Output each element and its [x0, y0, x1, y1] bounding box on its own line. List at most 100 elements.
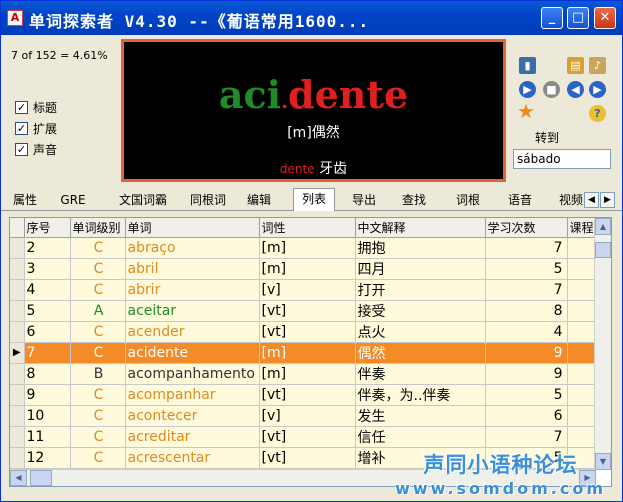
related-word-text: dente: [279, 162, 315, 176]
cell-level: C: [70, 279, 126, 301]
row-indicator: [10, 279, 25, 301]
header-course[interactable]: 课程: [567, 218, 596, 238]
table-row[interactable]: 2 Cabraço [m] 拥抱 7: [10, 237, 596, 259]
header-no[interactable]: 序号: [24, 218, 71, 238]
tab-speech[interactable]: 语音: [499, 190, 541, 210]
cell-no: 7: [24, 342, 71, 364]
previous-icon[interactable]: ◀: [567, 81, 584, 98]
cell-meaning: 打开: [355, 279, 486, 301]
notes-icon[interactable]: ▤: [567, 57, 584, 74]
cell-word: abril: [125, 258, 260, 280]
cell-pos: [vt]: [259, 447, 356, 469]
speaker-icon[interactable]: ♪: [589, 57, 606, 74]
word-display: aci.dente [m]偶然 dente 牙齿: [121, 39, 506, 182]
horizontal-scroll-thumb[interactable]: [30, 470, 52, 486]
checkbox-title[interactable]: ✓ 标题: [15, 97, 57, 118]
next-icon[interactable]: ▶: [589, 81, 606, 98]
cell-no: 10: [24, 405, 71, 427]
related-word-meaning: 牙齿: [319, 161, 348, 177]
table-row[interactable]: 3 Cabril [m] 四月 5: [10, 258, 596, 280]
play-icon[interactable]: ▶: [519, 81, 536, 98]
checkbox-box[interactable]: ✓: [15, 122, 28, 135]
tab-scroll-right-icon[interactable]: ▶: [600, 192, 615, 208]
table-row[interactable]: 10 Cacontecer [v] 发生 6: [10, 405, 596, 427]
tab-cognates[interactable]: 同根词: [183, 190, 233, 210]
cell-count: 6: [485, 405, 568, 427]
word-list-grid: 序号 单词级别 单词 词性 中文解释 学习次数 课程 2 Cabraço [m] 拥抱…: [9, 217, 612, 487]
row-indicator: [10, 300, 25, 322]
cell-meaning: 四月: [355, 258, 486, 280]
table-row[interactable]: 4 Cabrir [v] 打开 7: [10, 279, 596, 301]
cell-no: 9: [24, 384, 71, 406]
tab-export[interactable]: 导出: [343, 190, 385, 210]
cell-meaning: 点火: [355, 321, 486, 343]
cell-pos: [vt]: [259, 426, 356, 448]
tab-dictionary[interactable]: 文国词霸: [109, 190, 177, 210]
cell-count: 4: [485, 321, 568, 343]
tab-roots[interactable]: 词根: [447, 190, 489, 210]
app-window: A 单词探索者 V4.30 --《葡语常用1600... _ □ ✕ 7 of …: [0, 0, 623, 502]
cell-pos: [m]: [259, 342, 356, 364]
cell-no: 3: [24, 258, 71, 280]
header-word[interactable]: 单词: [125, 218, 260, 238]
cell-word: acompanhar: [125, 384, 260, 406]
maximize-button[interactable]: □: [567, 7, 589, 29]
book-icon[interactable]: ▮: [519, 57, 536, 74]
progress-counter: 7 of 152 = 4.61%: [11, 49, 108, 62]
cell-word: acender: [125, 321, 260, 343]
checkbox-extend[interactable]: ✓ 扩展: [15, 118, 57, 139]
related-word: dente 牙齿: [124, 158, 503, 178]
tab-scroll-left-icon[interactable]: ◀: [584, 192, 599, 208]
cell-pos: [v]: [259, 405, 356, 427]
minimize-button[interactable]: _: [541, 7, 563, 29]
tab-gre[interactable]: GRE: [53, 190, 93, 210]
table-row[interactable]: 11 Cacreditar [vt] 信任 7: [10, 426, 596, 448]
table-row[interactable]: 6 Cacender [vt] 点火 4: [10, 321, 596, 343]
header-level[interactable]: 单词级别: [70, 218, 126, 238]
cell-course: [567, 300, 596, 322]
cell-word: abrir: [125, 279, 260, 301]
cell-count: 9: [485, 342, 568, 364]
tab-search[interactable]: 查找: [393, 190, 435, 210]
close-button[interactable]: ✕: [594, 7, 616, 29]
star-icon[interactable]: ★: [517, 101, 535, 121]
header-pos[interactable]: 词性: [259, 218, 356, 238]
table-row[interactable]: 5 Aaceitar [vt] 接受 8: [10, 300, 596, 322]
header-meaning[interactable]: 中文解释: [355, 218, 486, 238]
watermark-line-1: 声同小语种论坛: [423, 453, 578, 477]
title-bar: A 单词探索者 V4.30 --《葡语常用1600... _ □ ✕: [1, 1, 622, 35]
help-icon[interactable]: ?: [589, 105, 606, 122]
cell-course: [567, 321, 596, 343]
cell-meaning: 发生: [355, 405, 486, 427]
cell-count: 9: [485, 363, 568, 385]
table-row[interactable]: 8 Bacompanhamento [m] 伴奏 9: [10, 363, 596, 385]
header-count[interactable]: 学习次数: [485, 218, 568, 238]
scroll-left-icon[interactable]: ◀: [10, 470, 27, 486]
cell-course: [567, 237, 596, 259]
table-row[interactable]: 9 Cacompanhar [vt] 伴奏，为..伴奏 5: [10, 384, 596, 406]
checkbox-box[interactable]: ✓: [15, 101, 28, 114]
row-indicator: [10, 405, 25, 427]
cell-course: [567, 426, 596, 448]
cell-level: A: [70, 300, 126, 322]
vertical-scroll-thumb[interactable]: [595, 242, 611, 258]
tab-properties[interactable]: 属性: [5, 190, 45, 210]
vertical-scrollbar[interactable]: ▲ ▼: [594, 218, 611, 470]
row-indicator: [10, 363, 25, 385]
cell-meaning: 信任: [355, 426, 486, 448]
table-row[interactable]: ▶ 7 Cacidente [m] 偶然 9: [10, 342, 596, 364]
cell-no: 11: [24, 426, 71, 448]
scroll-up-icon[interactable]: ▲: [595, 218, 611, 235]
tab-list[interactable]: 列表: [293, 188, 335, 211]
checkbox-box[interactable]: ✓: [15, 143, 28, 156]
stop-icon[interactable]: ■: [543, 81, 560, 98]
cell-course: [567, 405, 596, 427]
cell-word: acreditar: [125, 426, 260, 448]
top-panel: 7 of 152 = 4.61% ✓ 标题 ✓ 扩展 ✓ 声音 aci.dente […: [1, 35, 622, 185]
tab-bar: 属性 GRE 文国词霸 同根词 编辑 列表 导出 查找 词根 语音 视频 ◀ ▶: [1, 188, 622, 211]
cell-pos: [v]: [259, 279, 356, 301]
tab-edit[interactable]: 编辑: [237, 190, 281, 210]
checkbox-sound[interactable]: ✓ 声音: [15, 139, 57, 160]
goto-input[interactable]: [513, 149, 611, 169]
cell-word: acidente: [125, 342, 260, 364]
